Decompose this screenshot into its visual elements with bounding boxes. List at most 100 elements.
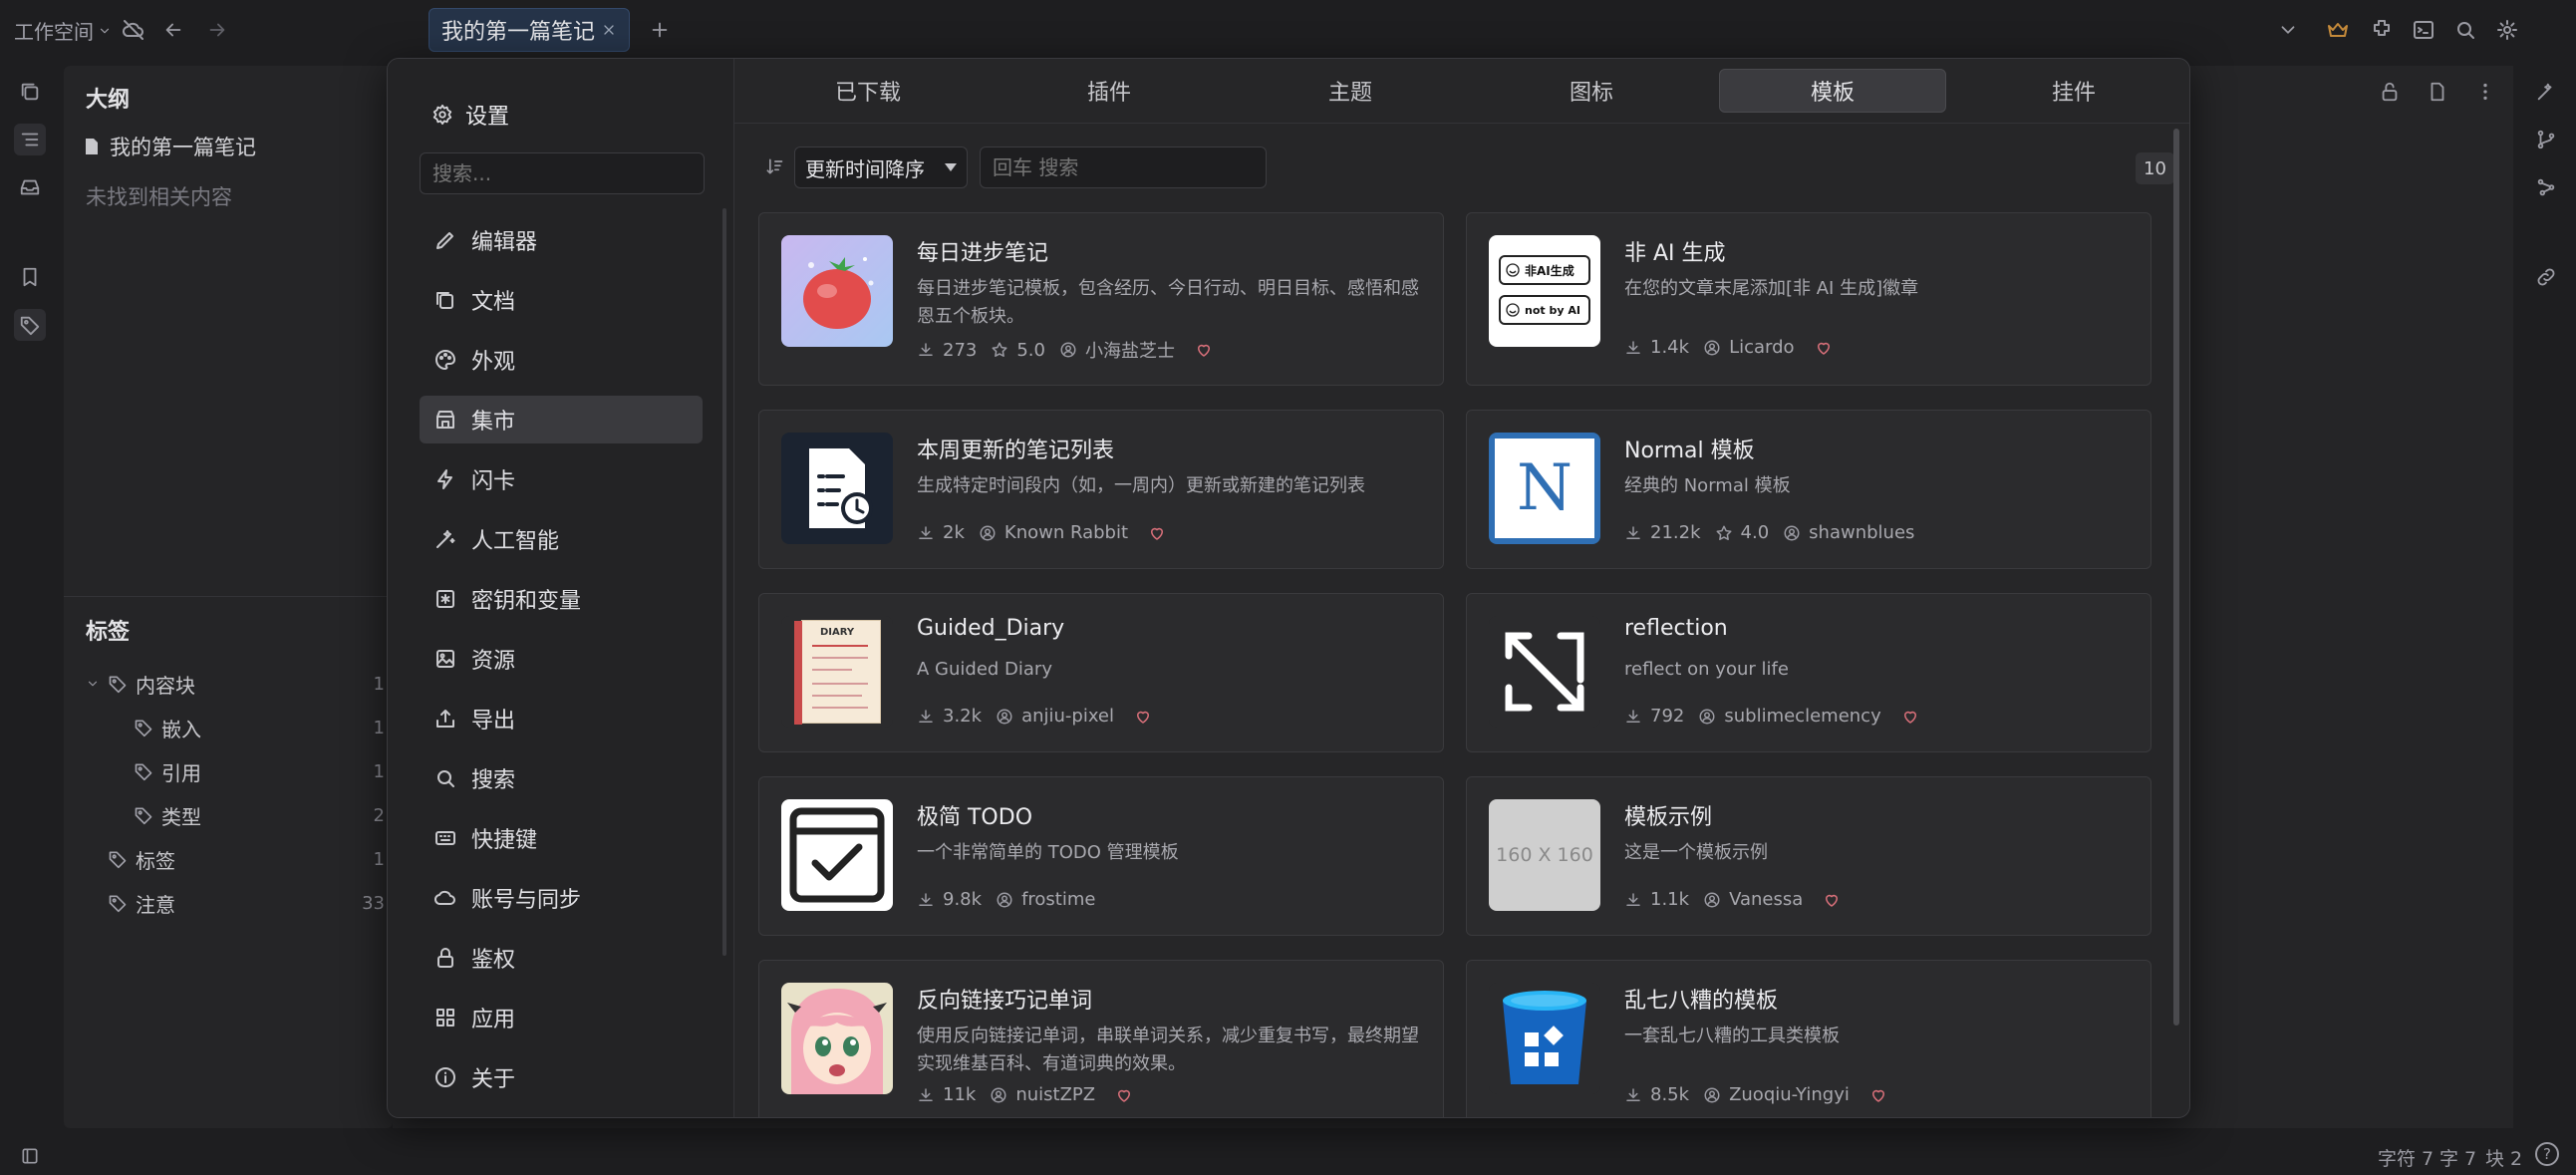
tag-label: 嵌入: [161, 717, 201, 741]
nav-editor[interactable]: 编辑器: [420, 216, 703, 264]
nav-export[interactable]: 导出: [420, 695, 703, 742]
workspace-menu[interactable]: 工作空间: [14, 16, 112, 45]
download-icon: [919, 525, 933, 539]
pencil-icon: [436, 232, 453, 249]
forward-arrow-icon[interactable]: [201, 14, 233, 46]
tag-item[interactable]: 内容块 1: [86, 662, 385, 706]
nav-scrollbar[interactable]: [722, 208, 726, 956]
nav-keys[interactable]: 密钥和变量: [420, 575, 703, 623]
ai-wand-icon[interactable]: [2530, 76, 2562, 108]
crown-icon[interactable]: [2322, 14, 2354, 46]
user-icon: [997, 709, 1012, 724]
template-card[interactable]: 反向链接巧记单词 使用反向链接记单词，串联单词关系，减少重复书写，最终期望实现维…: [758, 960, 1444, 1117]
tag-icon[interactable]: [14, 309, 46, 341]
add-tab-icon[interactable]: [644, 14, 676, 46]
template-card[interactable]: 160 X 160 模板示例 这是一个模板示例 1.1k Vanessa: [1466, 776, 2151, 936]
file-icon[interactable]: [2422, 76, 2453, 108]
template-card[interactable]: reflection reflect on your life 792 subl…: [1466, 593, 2151, 752]
bazaar-search-input[interactable]: [980, 147, 1267, 188]
heart-icon[interactable]: [1148, 524, 1166, 542]
workspace-label: 工作空间: [14, 20, 94, 44]
nav-label: 快捷键: [471, 828, 538, 853]
heart-icon[interactable]: [1901, 708, 1919, 726]
close-icon[interactable]: [601, 22, 617, 38]
unlock-icon[interactable]: [2374, 76, 2406, 108]
tab-document[interactable]: 我的第一篇笔记: [429, 8, 630, 52]
heart-icon[interactable]: [1823, 891, 1841, 909]
terminal-icon[interactable]: [2408, 14, 2439, 46]
heart-icon[interactable]: [1195, 341, 1213, 359]
nav-flashcard[interactable]: 闪卡: [420, 455, 703, 503]
sort-icon[interactable]: [758, 150, 790, 182]
nav-bazaar[interactable]: 集市: [420, 396, 703, 443]
bookmark-icon[interactable]: [14, 261, 46, 293]
chevron-down-icon[interactable]: [86, 677, 100, 691]
outline-doc-item[interactable]: 我的第一篇笔记: [84, 132, 256, 161]
nav-keymap[interactable]: 快捷键: [420, 814, 703, 862]
nav-apps[interactable]: 应用: [420, 994, 703, 1041]
download-icon: [919, 892, 933, 906]
download-icon: [919, 1087, 933, 1101]
card-downloads: 1.1k: [1650, 889, 1690, 910]
template-card[interactable]: 本周更新的笔记列表 生成特定时间段内（如，一周内）更新或新建的笔记列表 2k K…: [758, 410, 1444, 569]
files-icon[interactable]: [14, 76, 46, 108]
tag-item[interactable]: 嵌入 1: [86, 706, 385, 749]
git-branch-icon[interactable]: [2530, 124, 2562, 155]
heart-icon[interactable]: [1815, 339, 1833, 357]
download-icon: [1626, 525, 1640, 539]
nav-about[interactable]: 关于: [420, 1053, 703, 1101]
outline-panel: 大纲 我的第一篇笔记 未找到相关内容 标签 内容块 1 嵌入 1 引用 1 类型…: [64, 66, 393, 1128]
template-card[interactable]: 极简 TODO 一个非常简单的 TODO 管理模板 9.8k frostime: [758, 776, 1444, 936]
tag-label: 类型: [161, 804, 201, 829]
settings-icon[interactable]: [2491, 14, 2523, 46]
card-author: Known Rabbit: [1003, 522, 1129, 543]
help-button[interactable]: ?: [2535, 1142, 2559, 1166]
cards-scrollbar[interactable]: [2173, 129, 2179, 1026]
tag-item[interactable]: 引用 1: [86, 749, 385, 793]
inbox-icon[interactable]: [14, 171, 46, 203]
nav-assets[interactable]: 资源: [420, 635, 703, 683]
outline-doc-name: 我的第一篇笔记: [110, 136, 256, 159]
tab-plugins[interactable]: 插件: [996, 69, 1223, 113]
nav-ai[interactable]: 人工智能: [420, 515, 703, 563]
nav-account[interactable]: 账号与同步: [420, 874, 703, 922]
template-card[interactable]: 乱七八糟的模板 一套乱七八糟的工具类模板 8.5k Zuoqiu-Yingyi: [1466, 960, 2151, 1117]
search-icon[interactable]: [2449, 14, 2481, 46]
template-card[interactable]: 非AI生成 not by AI 非 AI 生成 在您的文章末尾添加[非 AI 生…: [1466, 212, 2151, 386]
tag-icon: [109, 895, 127, 913]
tab-widgets[interactable]: 挂件: [1960, 69, 2187, 113]
outline-empty: 未找到相关内容: [86, 185, 232, 209]
graph-icon[interactable]: [2530, 171, 2562, 203]
template-card[interactable]: DIARY Guided_Diary A Guided Diary 3.2k a…: [758, 593, 1444, 752]
link-icon[interactable]: [2530, 261, 2562, 293]
sort-select[interactable]: 更新时间降序: [794, 147, 968, 188]
outline-icon[interactable]: [14, 124, 46, 155]
template-card[interactable]: N Normal 模板 经典的 Normal 模板 21.2k 4.0 shaw…: [1466, 410, 2151, 569]
user-icon: [980, 525, 996, 540]
heart-icon[interactable]: [1869, 1086, 1887, 1104]
more-icon[interactable]: [2469, 76, 2501, 108]
tab-downloaded[interactable]: 已下载: [754, 69, 982, 113]
heart-icon[interactable]: [1115, 1086, 1133, 1104]
tab-icons[interactable]: 图标: [1478, 69, 1705, 113]
tab-themes[interactable]: 主题: [1237, 69, 1464, 113]
flash-icon: [437, 469, 452, 489]
nav-document[interactable]: 文档: [420, 276, 703, 324]
tab-templates[interactable]: 模板: [1719, 69, 1946, 113]
tag-item[interactable]: 类型 2: [86, 793, 385, 837]
nav-appearance[interactable]: 外观: [420, 336, 703, 384]
nav-auth[interactable]: 鉴权: [420, 934, 703, 982]
tag-item[interactable]: 标签 1: [86, 837, 385, 881]
dock-toggle-icon[interactable]: [14, 1140, 46, 1172]
template-card[interactable]: 每日进步笔记 每日进步笔记模板，包含经历、今日行动、明日目标、感悟和感恩五个板块…: [758, 212, 1444, 386]
nav-search[interactable]: 搜索: [420, 754, 703, 802]
card-author: Licardo: [1729, 337, 1795, 358]
settings-search-input[interactable]: [420, 152, 705, 194]
tag-item[interactable]: 注意 33: [86, 881, 385, 925]
back-arrow-icon[interactable]: [157, 14, 189, 46]
plugin-icon[interactable]: [2366, 14, 2398, 46]
sync-off-icon[interactable]: [118, 14, 149, 46]
card-title: Normal 模板: [1624, 439, 1755, 463]
chevron-down-icon[interactable]: [2272, 14, 2304, 46]
heart-icon[interactable]: [1134, 708, 1152, 726]
